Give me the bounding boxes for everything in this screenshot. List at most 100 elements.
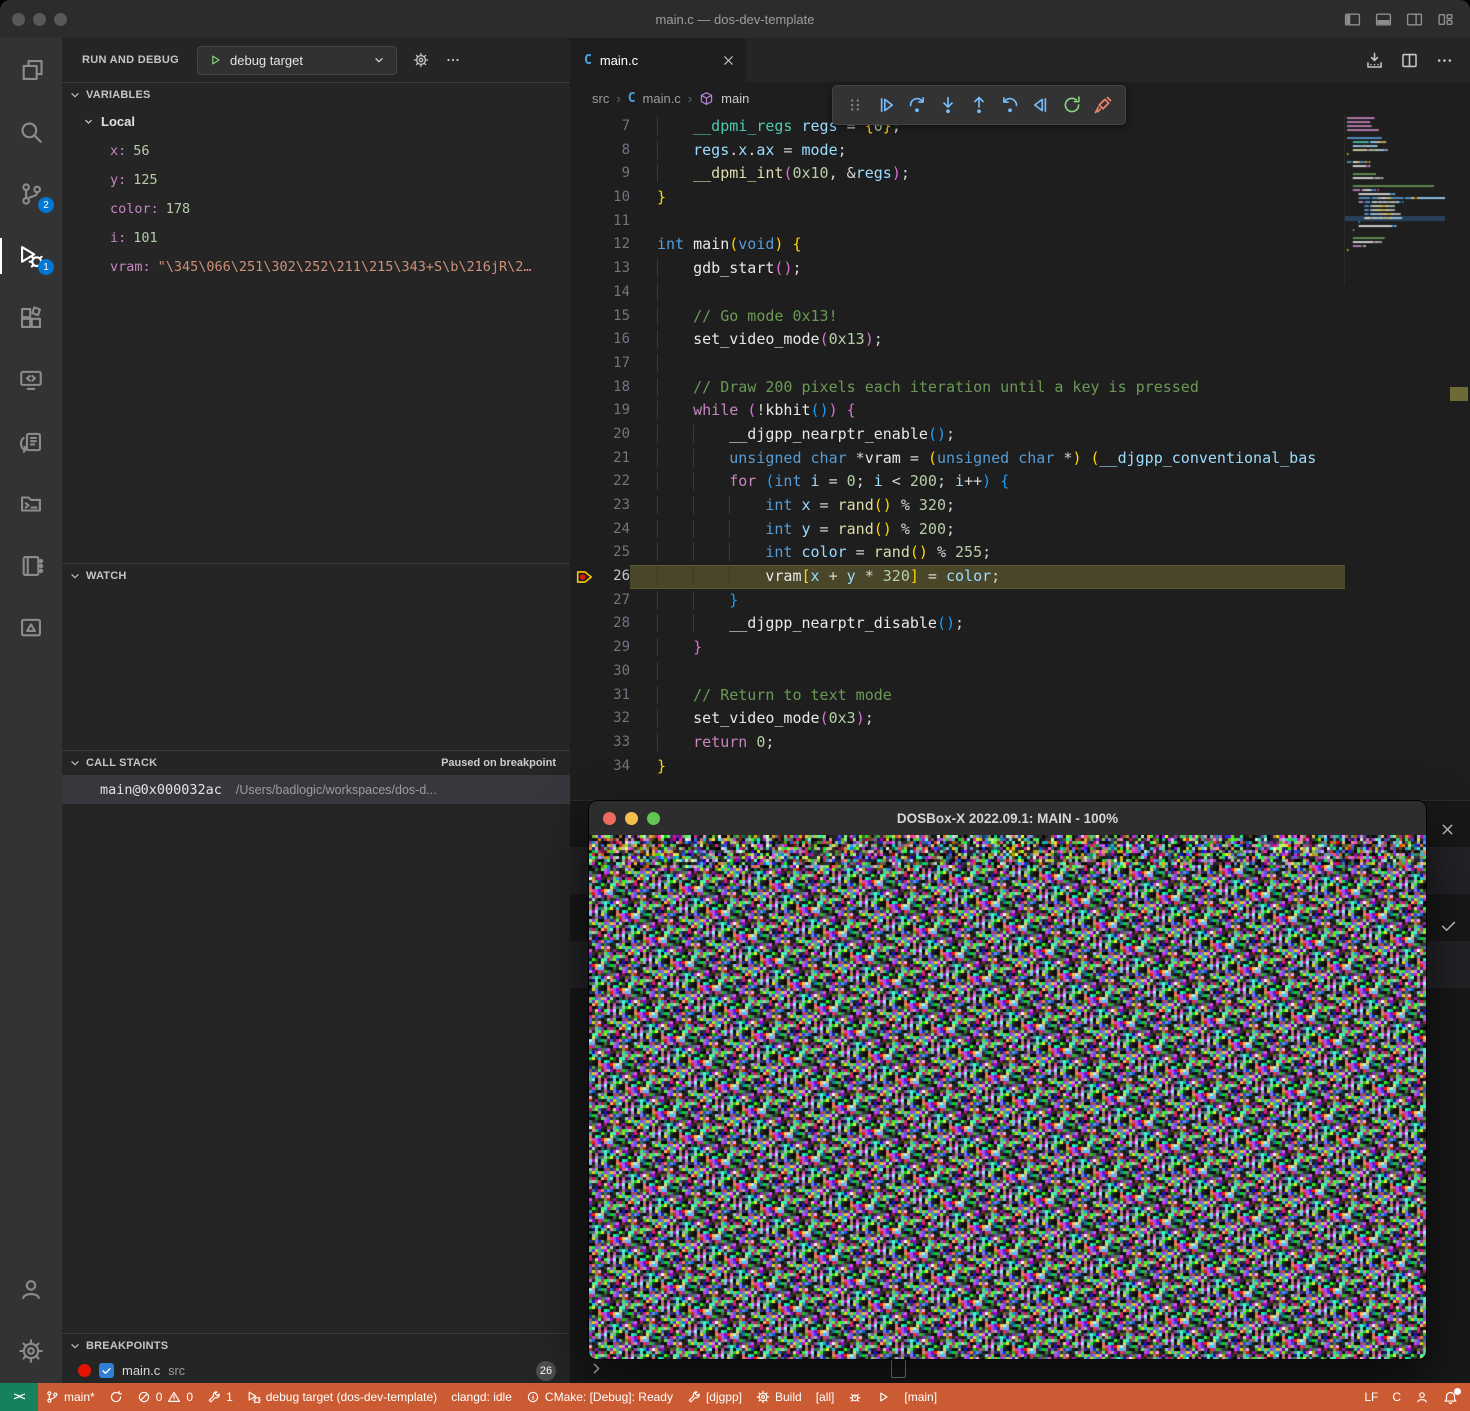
gutter-line-15[interactable]: 15 (570, 305, 630, 329)
sidebar-item-extensions[interactable] (0, 300, 62, 336)
variables-scope-local[interactable]: Local (62, 107, 570, 136)
code-line-21[interactable]: 21 unsigned char *vram = (unsigned char … (570, 447, 1345, 471)
customize-layout-icon[interactable] (1437, 11, 1454, 28)
cmake-build-button[interactable]: Build (749, 1383, 809, 1411)
views-more-icon[interactable] (445, 52, 461, 68)
gutter-line-8[interactable]: 8 (570, 139, 630, 163)
gutter-line-31[interactable]: 31 (570, 684, 630, 708)
drag-handle-icon[interactable] (843, 93, 867, 117)
code-line-29[interactable]: 29 } (570, 636, 1345, 660)
continue-button[interactable] (874, 93, 898, 117)
code-line-25[interactable]: 25 int color = rand() % 255; (570, 541, 1345, 565)
step-into-button[interactable] (936, 93, 960, 117)
variable-row-color[interactable]: color:178 (62, 194, 570, 223)
cmake-status[interactable]: CMake: [Debug]: Ready (519, 1383, 680, 1411)
code-line-9[interactable]: 9 __dpmi_int(0x10, &regs); (570, 162, 1345, 186)
cmake-debug-button[interactable] (841, 1383, 869, 1411)
gutter-line-24[interactable]: 24 (570, 518, 630, 542)
gutter-line-11[interactable]: 11 (570, 210, 630, 234)
code-line-8[interactable]: 8 regs.x.ax = mode; (570, 139, 1345, 163)
notifications-button[interactable] (1436, 1383, 1470, 1411)
code-line-14[interactable]: 14 (570, 281, 1345, 305)
settings-button[interactable] (0, 1333, 62, 1369)
gutter-line-34[interactable]: 34 (570, 755, 630, 779)
minimap[interactable] (1344, 115, 1445, 285)
call-stack-header[interactable]: CALL STACK Paused on breakpoint (62, 751, 570, 775)
gutter-line-18[interactable]: 18 (570, 376, 630, 400)
restart-button[interactable] (1060, 93, 1084, 117)
gutter-line-12[interactable]: 12 (570, 233, 630, 257)
cmake-kit-status[interactable]: [djgpp] (680, 1383, 749, 1411)
start-debug-icon[interactable] (208, 53, 222, 67)
tab-close-icon[interactable] (721, 53, 736, 68)
dosbox-window[interactable]: DOSBox-X 2022.09.1: MAIN - 100% (588, 800, 1427, 1360)
dosbox-zoom-button[interactable] (647, 812, 660, 825)
toggle-secondary-sidebar-icon[interactable] (1406, 11, 1423, 28)
problems-status[interactable]: 0 0 (130, 1383, 200, 1411)
cmake-run-button[interactable] (869, 1383, 897, 1411)
sidebar-item-report[interactable] (0, 610, 62, 646)
variable-row-i[interactable]: i:101 (62, 223, 570, 252)
code-line-13[interactable]: 13 gdb_start(); (570, 257, 1345, 281)
panel-scrollbar-thumb[interactable] (891, 1359, 906, 1378)
sidebar-item-folder-terminal[interactable] (0, 486, 62, 522)
code-line-26[interactable]: 26 vram[x + y * 320] = color; (570, 565, 1345, 589)
code-line-18[interactable]: 18 // Draw 200 pixels each iteration unt… (570, 376, 1345, 400)
gutter-line-16[interactable]: 16 (570, 328, 630, 352)
eol-indicator[interactable]: LF (1357, 1383, 1385, 1411)
disconnect-button[interactable] (1091, 93, 1115, 117)
step-back-button[interactable] (998, 93, 1022, 117)
gutter-line-23[interactable]: 23 (570, 494, 630, 518)
clangd-status[interactable]: clangd: idle (444, 1383, 519, 1411)
run-below-icon[interactable] (1365, 51, 1384, 70)
breadcrumb-file[interactable]: main.c (643, 91, 681, 106)
code-line-11[interactable]: 11 (570, 210, 1345, 234)
gutter-line-29[interactable]: 29 (570, 636, 630, 660)
cmake-build-target[interactable]: [all] (809, 1383, 842, 1411)
toggle-panel-icon[interactable] (1375, 11, 1392, 28)
variable-row-x[interactable]: x:56 (62, 136, 570, 165)
code-line-22[interactable]: 22 for (int i = 0; i < 200; i++) { (570, 470, 1345, 494)
close-window-button[interactable] (12, 13, 25, 26)
gutter-line-26[interactable]: 26 (570, 565, 630, 589)
cmake-launch-target[interactable]: [main] (897, 1383, 944, 1411)
debug-config-dropdown[interactable]: debug target (197, 46, 397, 75)
dosbox-minimize-button[interactable] (625, 812, 638, 825)
step-out-button[interactable] (967, 93, 991, 117)
sidebar-item-remote-explorer[interactable] (0, 362, 62, 398)
variables-header[interactable]: VARIABLES (62, 83, 570, 107)
gutter-line-21[interactable]: 21 (570, 447, 630, 471)
gutter-line-14[interactable]: 14 (570, 281, 630, 305)
watch-header[interactable]: WATCH (62, 564, 570, 588)
gutter-line-22[interactable]: 22 (570, 470, 630, 494)
code-line-32[interactable]: 32 set_video_mode(0x3); (570, 707, 1345, 731)
debug-settings-gear-icon[interactable] (413, 52, 429, 68)
gutter-line-10[interactable]: 10 (570, 186, 630, 210)
gutter-line-25[interactable]: 25 (570, 541, 630, 565)
gutter-line-20[interactable]: 20 (570, 423, 630, 447)
variable-row-vram[interactable]: vram:"\345\066\251\302\252\211\215\343+S… (62, 252, 570, 281)
sync-status[interactable] (102, 1383, 130, 1411)
git-branch-status[interactable]: main* (38, 1383, 102, 1411)
panel-check-icon[interactable] (1439, 916, 1458, 935)
code-line-24[interactable]: 24 int y = rand() % 200; (570, 518, 1345, 542)
sidebar-item-notebook[interactable] (0, 548, 62, 584)
split-editor-icon[interactable] (1400, 51, 1419, 70)
code-editor[interactable]: 7 __dpmi_regs regs = {0};8 regs.x.ax = m… (570, 115, 1345, 778)
minimize-window-button[interactable] (33, 13, 46, 26)
code-line-27[interactable]: 27 } (570, 589, 1345, 613)
gutter-line-17[interactable]: 17 (570, 352, 630, 376)
variable-row-y[interactable]: y:125 (62, 165, 570, 194)
breadcrumb-src[interactable]: src (592, 91, 609, 106)
step-over-button[interactable] (905, 93, 929, 117)
sidebar-item-run-and-debug[interactable]: 1 (0, 238, 62, 274)
sidebar-item-doc-sync[interactable] (0, 424, 62, 460)
code-line-34[interactable]: 34} (570, 755, 1345, 779)
breakpoints-header[interactable]: BREAKPOINTS (62, 1334, 570, 1358)
tab-main-c[interactable]: C main.c (570, 38, 746, 82)
toggle-sidebar-icon[interactable] (1344, 11, 1361, 28)
running-tasks-status[interactable]: 1 (200, 1383, 240, 1411)
sidebar-item-search[interactable] (0, 114, 62, 150)
code-line-23[interactable]: 23 int x = rand() % 320; (570, 494, 1345, 518)
code-line-16[interactable]: 16 set_video_mode(0x13); (570, 328, 1345, 352)
